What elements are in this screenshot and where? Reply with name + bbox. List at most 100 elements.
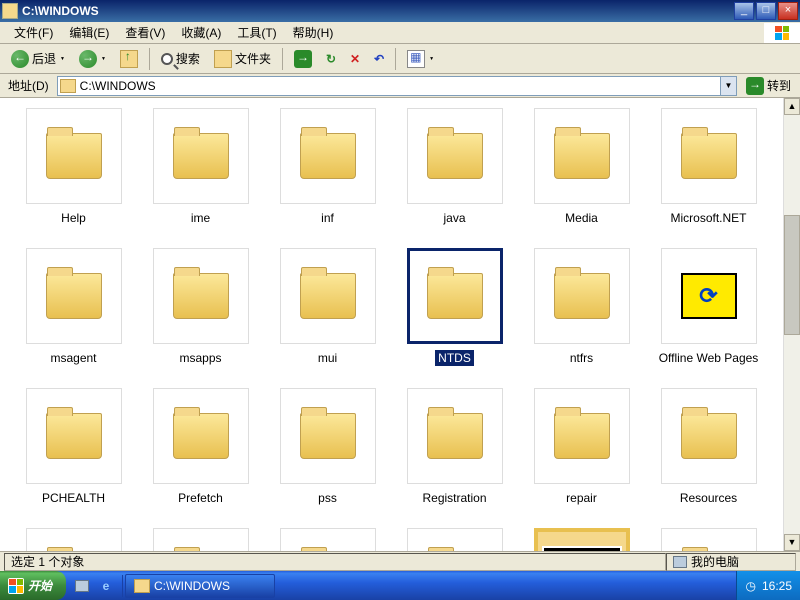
tool-goto-button[interactable] (289, 47, 317, 71)
windows-logo-icon (764, 23, 800, 43)
search-button[interactable]: 搜索 (156, 47, 205, 70)
folder-item[interactable] (391, 528, 518, 551)
menu-help[interactable]: 帮助(H) (285, 22, 342, 43)
maximize-button[interactable]: □ (756, 2, 776, 20)
taskbar-window-label: C:\WINDOWS (154, 579, 230, 593)
menu-tools[interactable]: 工具(T) (229, 22, 284, 43)
back-icon (11, 50, 29, 68)
folder-item[interactable]: Media (518, 108, 645, 248)
folder-item[interactable]: msagent (10, 248, 137, 388)
folder-item[interactable]: mui (264, 248, 391, 388)
address-bar: 地址(D) C:\WINDOWS ▼ 转到 (0, 74, 800, 98)
forward-button[interactable]: ▼ (74, 47, 111, 71)
tool-delete-button[interactable]: ✕ (345, 49, 365, 69)
folder-item[interactable] (264, 528, 391, 551)
folder-icon (300, 133, 356, 179)
folder-item[interactable]: ⟳Offline Web Pages (645, 248, 772, 388)
undo-icon: ↶ (374, 52, 384, 66)
theme-preview-icon: ▣ (542, 546, 622, 551)
address-label: 地址(D) (4, 77, 53, 94)
taskbar-folder-icon (134, 579, 150, 593)
quick-launch-ie[interactable]: e (96, 575, 116, 597)
folder-item[interactable]: java (391, 108, 518, 248)
folder-icon (173, 273, 229, 319)
back-label: 后退 (32, 50, 56, 67)
window-folder-icon (2, 3, 18, 19)
scroll-down-button[interactable]: ▼ (784, 534, 800, 551)
folder-item[interactable] (10, 528, 137, 551)
folder-item[interactable] (645, 528, 772, 551)
address-value: C:\WINDOWS (80, 79, 720, 93)
menu-bar: 文件(F) 编辑(E) 查看(V) 收藏(A) 工具(T) 帮助(H) (0, 22, 800, 44)
folder-icon (46, 273, 102, 319)
tool-undo-button[interactable]: ↶ (369, 49, 389, 69)
quick-launch: e (66, 575, 123, 597)
folder-item[interactable]: ime (137, 108, 264, 248)
vertical-scrollbar[interactable]: ▲ ▼ (783, 98, 800, 551)
separator (149, 48, 150, 70)
item-label: Offline Web Pages (656, 350, 762, 366)
views-button[interactable]: ▼ (402, 47, 439, 71)
forward-icon (79, 50, 97, 68)
system-tray[interactable]: ◷ 16:25 (736, 571, 800, 600)
taskbar-window-button[interactable]: C:\WINDOWS (125, 574, 275, 598)
tool-refresh-button[interactable]: ↻ (321, 49, 341, 69)
item-label: pss (315, 490, 340, 506)
minimize-button[interactable]: _ (734, 2, 754, 20)
scroll-thumb[interactable] (784, 215, 800, 335)
back-button[interactable]: 后退 ▼ (6, 47, 70, 71)
menu-view[interactable]: 查看(V) (117, 22, 173, 43)
address-dropdown-button[interactable]: ▼ (720, 77, 736, 95)
folder-item[interactable]: Registration (391, 388, 518, 528)
folder-item[interactable] (137, 528, 264, 551)
folder-icon (173, 133, 229, 179)
up-button[interactable] (115, 47, 143, 71)
title-bar: C:\WINDOWS _ □ × (0, 0, 800, 22)
start-label: 开始 (28, 577, 52, 594)
window-title: C:\WINDOWS (22, 4, 734, 18)
menu-file[interactable]: 文件(F) (6, 22, 61, 43)
forward-dropdown-icon[interactable]: ▼ (101, 56, 106, 62)
folder-icon (554, 273, 610, 319)
folder-item[interactable]: inf (264, 108, 391, 248)
tray-icon[interactable]: ◷ (745, 579, 755, 593)
folder-item[interactable]: pss (264, 388, 391, 528)
address-input[interactable]: C:\WINDOWS ▼ (57, 76, 737, 96)
folders-label: 文件夹 (235, 50, 271, 67)
folder-item[interactable]: Microsoft.NET (645, 108, 772, 248)
back-dropdown-icon[interactable]: ▼ (60, 56, 65, 62)
item-label: Help (58, 210, 89, 226)
scroll-track[interactable] (784, 115, 800, 534)
content-area: Help ime infjavaMediaMicrosoft.NET msagent… (0, 98, 800, 551)
close-button[interactable]: × (778, 2, 798, 20)
folder-item[interactable]: Help (10, 108, 137, 248)
views-icon (407, 50, 425, 68)
go-button[interactable]: 转到 (741, 74, 796, 98)
views-dropdown-icon[interactable]: ▼ (429, 56, 434, 62)
item-label: repair (563, 490, 600, 506)
folder-item[interactable]: msapps (137, 248, 264, 388)
folder-icon (681, 413, 737, 459)
folder-icon (300, 273, 356, 319)
folder-item[interactable]: NTDS (391, 248, 518, 388)
menu-edit[interactable]: 编辑(E) (61, 22, 117, 43)
item-label: PCHEALTH (39, 490, 108, 506)
item-label: Prefetch (175, 490, 226, 506)
scroll-up-button[interactable]: ▲ (784, 98, 800, 115)
quick-launch-desktop[interactable] (72, 575, 92, 597)
folder-item[interactable]: Prefetch (137, 388, 264, 528)
item-label: msagent (47, 350, 99, 366)
start-button[interactable]: 开始 (0, 571, 66, 600)
folder-item[interactable]: ntfrs (518, 248, 645, 388)
address-folder-icon (60, 79, 76, 93)
folders-button[interactable]: 文件夹 (209, 47, 276, 71)
folder-item[interactable]: repair (518, 388, 645, 528)
folder-icon (173, 413, 229, 459)
ie-icon: e (103, 579, 110, 593)
folder-item[interactable]: ▣ (518, 528, 645, 551)
folder-item[interactable]: Resources (645, 388, 772, 528)
item-label: ime (188, 210, 213, 226)
up-icon (120, 50, 138, 68)
menu-favorites[interactable]: 收藏(A) (173, 22, 229, 43)
folder-item[interactable]: PCHEALTH (10, 388, 137, 528)
